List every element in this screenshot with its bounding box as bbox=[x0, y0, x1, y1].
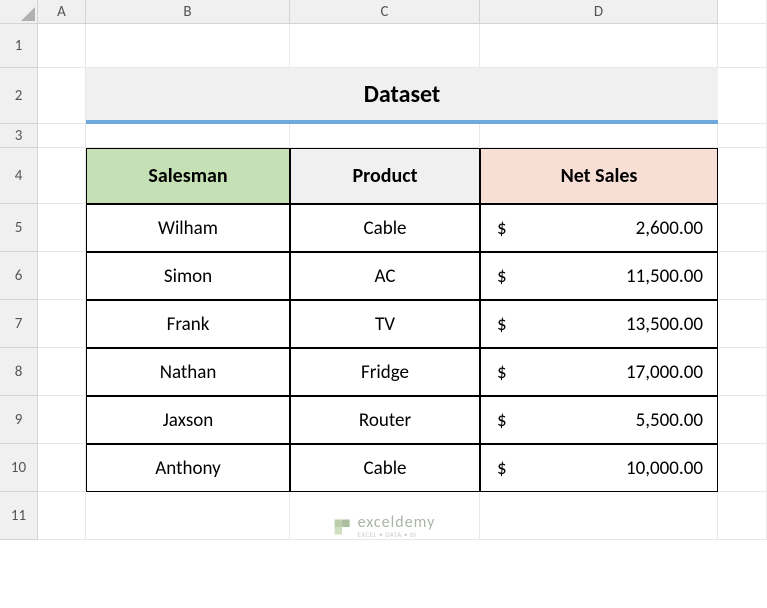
header-salesman[interactable]: Salesman bbox=[86, 148, 290, 204]
row-header-4[interactable]: 4 bbox=[0, 148, 38, 204]
cell-product-0[interactable]: Cable bbox=[290, 204, 480, 252]
cell-c1[interactable] bbox=[290, 24, 480, 68]
row-header-7[interactable]: 7 bbox=[0, 300, 38, 348]
cell-salesman-0[interactable]: Wilham bbox=[86, 204, 290, 252]
cell-a9[interactable] bbox=[38, 396, 86, 444]
currency-symbol: $ bbox=[497, 457, 507, 480]
cell-e3[interactable] bbox=[718, 124, 767, 148]
cell-a4[interactable] bbox=[38, 148, 86, 204]
row-header-8[interactable]: 8 bbox=[0, 348, 38, 396]
currency-symbol: $ bbox=[497, 217, 507, 240]
cell-c3[interactable] bbox=[290, 124, 480, 148]
exceldemy-logo-icon bbox=[332, 517, 352, 537]
cell-a1[interactable] bbox=[38, 24, 86, 68]
col-header-b[interactable]: B bbox=[86, 0, 290, 24]
currency-value: 17,000.00 bbox=[626, 361, 703, 384]
currency-value: 13,500.00 bbox=[626, 313, 703, 336]
cell-product-4[interactable]: Router bbox=[290, 396, 480, 444]
row-header-9[interactable]: 9 bbox=[0, 396, 38, 444]
cell-a3[interactable] bbox=[38, 124, 86, 148]
cell-d3[interactable] bbox=[480, 124, 718, 148]
cell-e5[interactable] bbox=[718, 204, 767, 252]
currency-value: 5,500.00 bbox=[636, 409, 703, 432]
row-header-10[interactable]: 10 bbox=[0, 444, 38, 492]
currency-symbol: $ bbox=[497, 265, 507, 288]
row-header-3[interactable]: 3 bbox=[0, 124, 38, 148]
row-header-5[interactable]: 5 bbox=[0, 204, 38, 252]
currency-value: 10,000.00 bbox=[626, 457, 703, 480]
col-header-d[interactable]: D bbox=[480, 0, 718, 24]
cell-a6[interactable] bbox=[38, 252, 86, 300]
cell-a8[interactable] bbox=[38, 348, 86, 396]
cell-salesman-1[interactable]: Simon bbox=[86, 252, 290, 300]
cell-salesman-4[interactable]: Jaxson bbox=[86, 396, 290, 444]
cell-product-2[interactable]: TV bbox=[290, 300, 480, 348]
cell-a11[interactable] bbox=[38, 492, 86, 540]
cell-netsales-2[interactable]: $ 13,500.00 bbox=[480, 300, 718, 348]
cell-a2[interactable] bbox=[38, 68, 86, 124]
cell-e2[interactable] bbox=[718, 68, 767, 124]
header-netsales[interactable]: Net Sales bbox=[480, 148, 718, 204]
cell-e11[interactable] bbox=[718, 492, 767, 540]
row-header-11[interactable]: 11 bbox=[0, 492, 38, 540]
cell-b1[interactable] bbox=[86, 24, 290, 68]
row-header-6[interactable]: 6 bbox=[0, 252, 38, 300]
cell-netsales-1[interactable]: $ 11,500.00 bbox=[480, 252, 718, 300]
cell-netsales-4[interactable]: $ 5,500.00 bbox=[480, 396, 718, 444]
cell-b11[interactable] bbox=[86, 492, 290, 540]
cell-e9[interactable] bbox=[718, 396, 767, 444]
currency-symbol: $ bbox=[497, 361, 507, 384]
cell-e8[interactable] bbox=[718, 348, 767, 396]
cell-salesman-5[interactable]: Anthony bbox=[86, 444, 290, 492]
currency-value: 2,600.00 bbox=[636, 217, 703, 240]
cell-e7[interactable] bbox=[718, 300, 767, 348]
cell-d11[interactable] bbox=[480, 492, 718, 540]
currency-symbol: $ bbox=[497, 409, 507, 432]
cell-a10[interactable] bbox=[38, 444, 86, 492]
cell-product-1[interactable]: AC bbox=[290, 252, 480, 300]
cell-salesman-2[interactable]: Frank bbox=[86, 300, 290, 348]
cell-e4[interactable] bbox=[718, 148, 767, 204]
watermark-sub: EXCEL • DATA • BI bbox=[358, 531, 436, 538]
row-header-2[interactable]: 2 bbox=[0, 68, 38, 124]
currency-value: 11,500.00 bbox=[626, 265, 703, 288]
cell-product-5[interactable]: Cable bbox=[290, 444, 480, 492]
cell-a5[interactable] bbox=[38, 204, 86, 252]
cell-d1[interactable] bbox=[480, 24, 718, 68]
cell-netsales-3[interactable]: $ 17,000.00 bbox=[480, 348, 718, 396]
cell-a7[interactable] bbox=[38, 300, 86, 348]
row-header-1[interactable]: 1 bbox=[0, 24, 38, 68]
col-header-c[interactable]: C bbox=[290, 0, 480, 24]
cell-e1[interactable] bbox=[718, 24, 767, 68]
watermark-main: exceldemy bbox=[358, 515, 436, 531]
col-header-a[interactable]: A bbox=[38, 0, 86, 24]
cell-netsales-0[interactable]: $ 2,600.00 bbox=[480, 204, 718, 252]
cell-b3[interactable] bbox=[86, 124, 290, 148]
spreadsheet-grid: A B C D 1 2 Dataset 3 4 Salesman Product… bbox=[0, 0, 767, 540]
cell-salesman-3[interactable]: Nathan bbox=[86, 348, 290, 396]
cell-e10[interactable] bbox=[718, 444, 767, 492]
dataset-title[interactable]: Dataset bbox=[86, 68, 718, 124]
col-header-empty bbox=[718, 0, 767, 24]
header-product[interactable]: Product bbox=[290, 148, 480, 204]
select-all-corner[interactable] bbox=[0, 0, 38, 24]
cell-product-3[interactable]: Fridge bbox=[290, 348, 480, 396]
cell-netsales-5[interactable]: $ 10,000.00 bbox=[480, 444, 718, 492]
watermark-text: exceldemy EXCEL • DATA • BI bbox=[358, 515, 436, 538]
watermark: exceldemy EXCEL • DATA • BI bbox=[332, 515, 436, 538]
cell-e6[interactable] bbox=[718, 252, 767, 300]
currency-symbol: $ bbox=[497, 313, 507, 336]
